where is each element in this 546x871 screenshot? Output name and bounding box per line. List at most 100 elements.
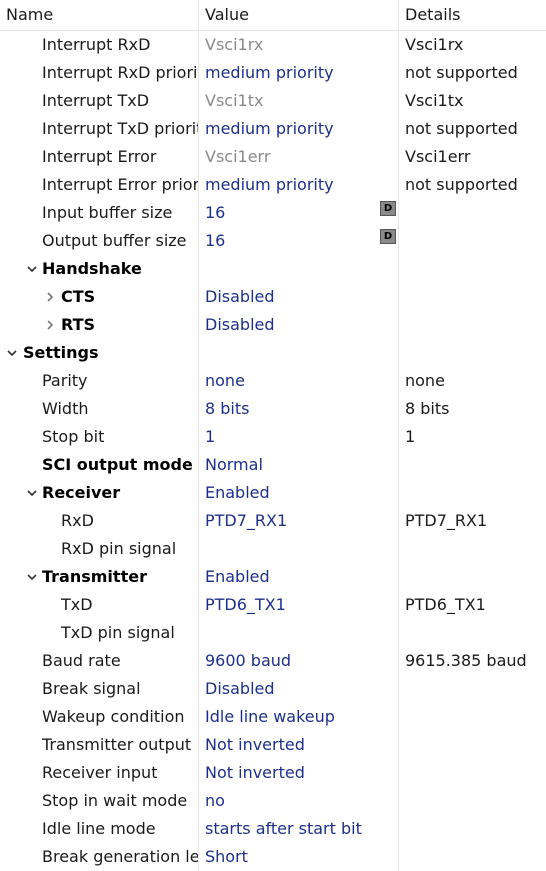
column-header-value[interactable]: Value (199, 0, 399, 30)
property-group-settings[interactable]: Settings (0, 339, 546, 367)
property-row-interrupt-txd-priority[interactable]: Interrupt TxD priorit medium priority no… (0, 115, 546, 143)
property-name: Width (42, 399, 89, 418)
property-value[interactable]: Disabled (199, 311, 399, 339)
property-row-interrupt-error[interactable]: Interrupt Error Vsci1err Vsci1err (0, 143, 546, 171)
property-value[interactable]: Vsci1rx (199, 31, 399, 59)
property-value (199, 339, 399, 367)
property-value[interactable]: Normal (199, 451, 399, 479)
property-value[interactable]: PTD6_TX1 (199, 591, 399, 619)
property-details: 9615.385 baud (405, 651, 527, 670)
property-row-txd-pin-signal[interactable]: TxD pin signal (0, 619, 546, 647)
property-row-interrupt-error-priority[interactable]: Interrupt Error prior medium priority no… (0, 171, 546, 199)
property-name: Output buffer size (42, 231, 187, 250)
chevron-right-icon[interactable] (44, 291, 56, 303)
property-row-interrupt-rxd[interactable]: Interrupt RxD Vsci1rx Vsci1rx (0, 31, 546, 59)
property-row-transmitter-output[interactable]: Transmitter output Not inverted (0, 731, 546, 759)
property-details (399, 563, 546, 591)
property-value[interactable]: Short (199, 843, 399, 871)
property-value[interactable]: Not inverted (199, 759, 399, 787)
column-header-name[interactable]: Name (0, 0, 199, 30)
property-row-output-buffer-size[interactable]: Output buffer size 16 D (0, 227, 546, 255)
property-details (399, 787, 546, 815)
property-name: CTS (61, 287, 96, 306)
property-details: 1 (405, 427, 416, 446)
property-value[interactable]: medium priority (199, 59, 399, 87)
property-row-input-buffer-size[interactable]: Input buffer size 16 D (0, 199, 546, 227)
default-value-badge[interactable]: D (380, 229, 396, 244)
property-group-transmitter[interactable]: Transmitter Enabled (0, 563, 546, 591)
chevron-right-icon[interactable] (44, 319, 56, 331)
property-details (399, 311, 546, 339)
property-value[interactable]: medium priority (199, 115, 399, 143)
property-value-text: 16 (205, 231, 226, 250)
property-name: Transmitter output (42, 735, 192, 754)
property-value[interactable]: 1 (199, 423, 399, 451)
property-details (399, 731, 546, 759)
property-name: Stop bit (42, 427, 105, 446)
property-value[interactable]: Enabled (199, 479, 399, 507)
property-value[interactable]: Vsci1err (199, 143, 399, 171)
property-name: Interrupt TxD (42, 91, 150, 110)
property-details: Vsci1tx (405, 91, 464, 110)
property-value[interactable]: Enabled (199, 563, 399, 591)
property-name: Settings (23, 343, 99, 362)
default-value-badge[interactable]: D (380, 201, 396, 216)
property-value[interactable]: Vsci1tx (199, 87, 399, 115)
property-row-stop-bit[interactable]: Stop bit 1 1 (0, 423, 546, 451)
property-name: Interrupt Error prior (42, 175, 199, 194)
property-row-stop-in-wait-mode[interactable]: Stop in wait mode no (0, 787, 546, 815)
property-row-wakeup-condition[interactable]: Wakeup condition Idle line wakeup (0, 703, 546, 731)
property-details (399, 255, 546, 283)
property-value[interactable]: Disabled (199, 283, 399, 311)
chevron-down-icon[interactable] (6, 347, 18, 359)
property-value[interactable]: 16 D (199, 199, 399, 227)
column-header-row: Name Value Details (0, 0, 546, 31)
property-value[interactable]: 9600 baud (199, 647, 399, 675)
property-value[interactable]: PTD7_RX1 (199, 507, 399, 535)
property-name: Input buffer size (42, 203, 173, 222)
property-row-baud-rate[interactable]: Baud rate 9600 baud 9615.385 baud (0, 647, 546, 675)
property-row-rxd-pin-signal[interactable]: RxD pin signal (0, 535, 546, 563)
chevron-down-icon[interactable] (26, 571, 38, 583)
property-name: TxD (61, 595, 93, 614)
property-name: Interrupt TxD priorit (42, 119, 199, 138)
property-group-rts[interactable]: RTS Disabled (0, 311, 546, 339)
column-header-details[interactable]: Details (399, 0, 546, 30)
property-details (399, 283, 546, 311)
property-name: Interrupt Error (42, 147, 157, 166)
property-details (399, 339, 546, 367)
property-value[interactable] (199, 619, 399, 647)
property-group-cts[interactable]: CTS Disabled (0, 283, 546, 311)
property-value[interactable]: Idle line wakeup (199, 703, 399, 731)
property-row-receiver-input[interactable]: Receiver input Not inverted (0, 759, 546, 787)
property-row-break-generation-length[interactable]: Break generation ler Short (0, 843, 546, 871)
property-value[interactable]: Not inverted (199, 731, 399, 759)
property-value[interactable]: none (199, 367, 399, 395)
property-group-receiver[interactable]: Receiver Enabled (0, 479, 546, 507)
property-value[interactable]: starts after start bit (199, 815, 399, 843)
property-name: Idle line mode (42, 819, 156, 838)
property-value[interactable] (199, 535, 399, 563)
property-row-break-signal[interactable]: Break signal Disabled (0, 675, 546, 703)
property-group-handshake[interactable]: Handshake (0, 255, 546, 283)
property-details (399, 451, 546, 479)
property-name: Transmitter (42, 567, 147, 586)
property-row-txd[interactable]: TxD PTD6_TX1 PTD6_TX1 (0, 591, 546, 619)
property-row-sci-output-mode[interactable]: SCI output mode Normal (0, 451, 546, 479)
property-value[interactable]: 16 D (199, 227, 399, 255)
property-row-parity[interactable]: Parity none none (0, 367, 546, 395)
chevron-down-icon[interactable] (26, 263, 38, 275)
property-value[interactable]: Disabled (199, 675, 399, 703)
property-row-rxd[interactable]: RxD PTD7_RX1 PTD7_RX1 (0, 507, 546, 535)
property-row-idle-line-mode[interactable]: Idle line mode starts after start bit (0, 815, 546, 843)
property-value[interactable]: 8 bits (199, 395, 399, 423)
property-details: Vsci1rx (405, 35, 464, 54)
property-value[interactable]: medium priority (199, 171, 399, 199)
property-name: TxD pin signal (61, 623, 175, 642)
chevron-down-icon[interactable] (26, 487, 38, 499)
property-row-interrupt-txd[interactable]: Interrupt TxD Vsci1tx Vsci1tx (0, 87, 546, 115)
property-value[interactable]: no (199, 787, 399, 815)
property-row-width[interactable]: Width 8 bits 8 bits (0, 395, 546, 423)
property-row-interrupt-rxd-priority[interactable]: Interrupt RxD priorit medium priority no… (0, 59, 546, 87)
property-name: Receiver input (42, 763, 158, 782)
